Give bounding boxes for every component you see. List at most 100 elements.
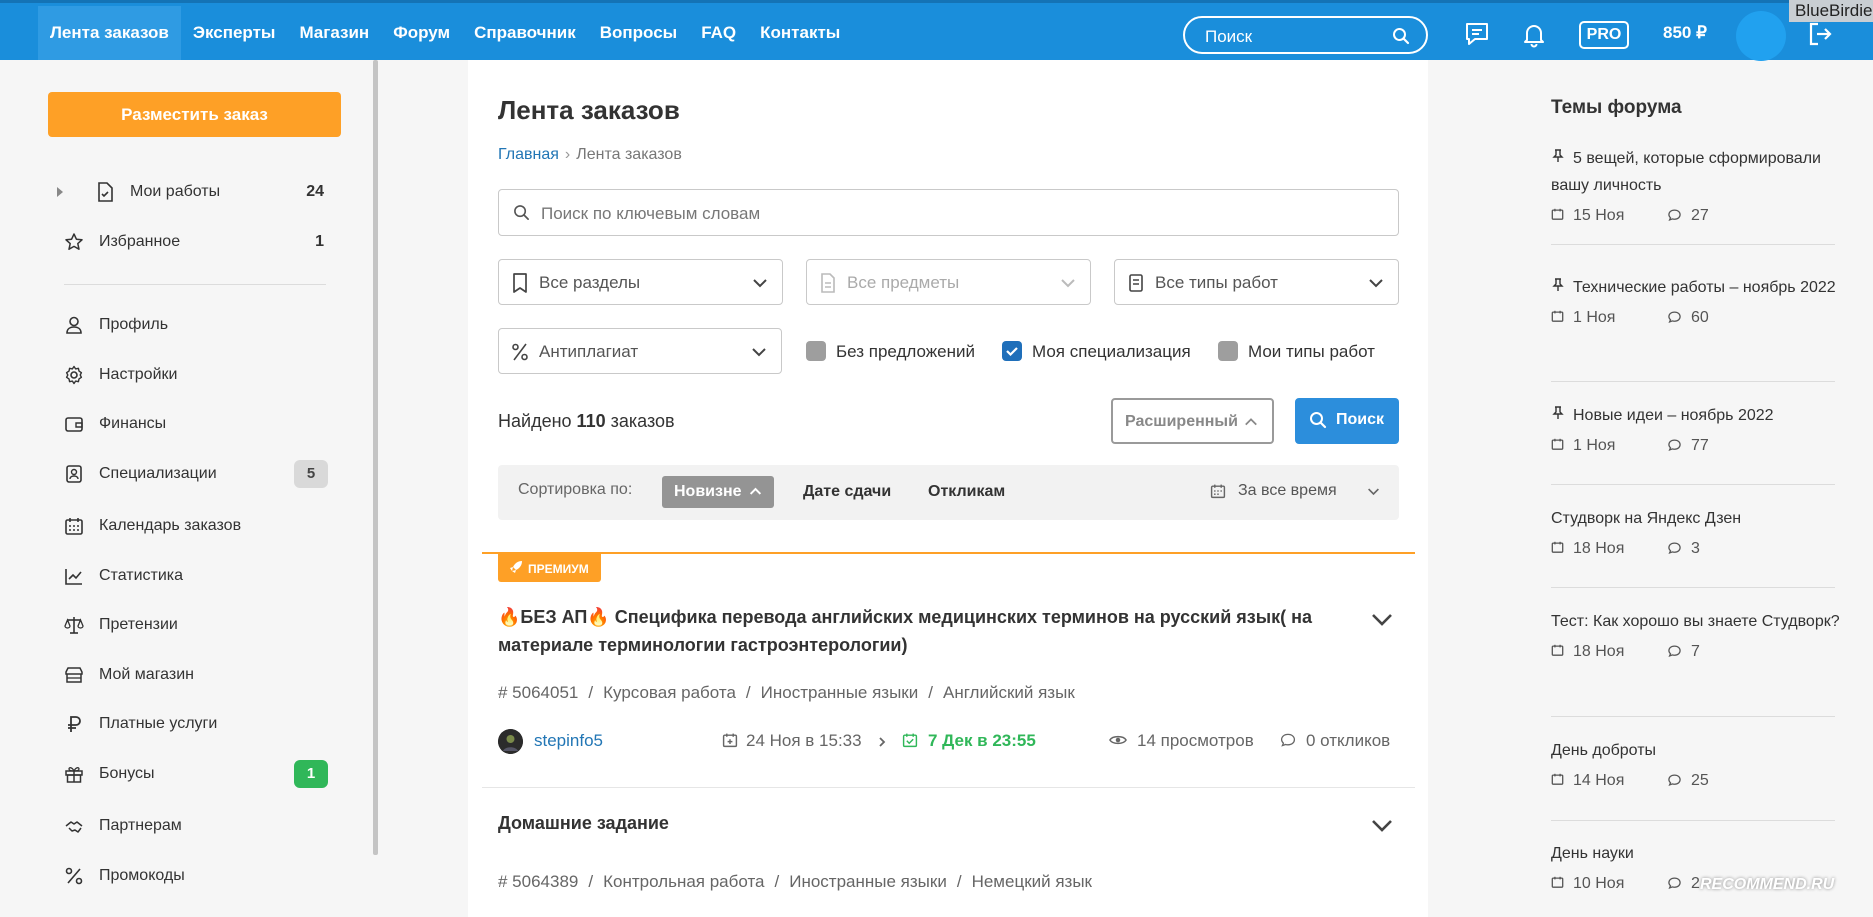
forum-topic-title[interactable]: Новые идеи – ноябрь 2022 (1551, 402, 1841, 429)
sort-by-newest-button[interactable]: Новизне (662, 476, 774, 508)
forum-topic-title[interactable]: Тест: Как хорошо вы знаете Студворк? (1551, 608, 1841, 635)
forum-topic[interactable]: 5 вещей, которые сформировали вашу лично… (1551, 145, 1841, 229)
nav-orders-feed[interactable]: Лента заказов (38, 6, 181, 60)
breadcrumb-current: Лента заказов (576, 146, 682, 163)
order-title-line[interactable]: Домашние задание (498, 809, 669, 837)
no-offers-checkbox[interactable]: Без предложений (806, 340, 986, 364)
chevron-down-icon[interactable] (1370, 607, 1394, 636)
order-title-line[interactable]: 🔥БЕЗ АП🔥 Специфика перевода английских м… (498, 603, 1312, 631)
forum-topic-date: 15 Ноя (1573, 207, 1625, 224)
messages-icon[interactable] (1463, 20, 1491, 53)
forum-topic[interactable]: Новые идеи – ноябрь 2022 1 Ноя 77 (1551, 402, 1841, 459)
order-subject: Иностранные языки (789, 872, 947, 891)
sidebar-item-paid-services[interactable]: Платные услуги (64, 710, 326, 740)
period-select[interactable]: За все время (1210, 481, 1380, 505)
sidebar-item-settings[interactable]: Настройки (64, 361, 326, 391)
nav-questions[interactable]: Вопросы (588, 6, 689, 60)
my-work-types-checkbox[interactable]: Мои типы работ (1218, 340, 1398, 364)
forum-topic-title-text: 5 вещей, которые сформировали вашу лично… (1551, 150, 1821, 194)
sidebar-item-favorites[interactable]: Избранное 1 (64, 228, 326, 258)
logout-icon[interactable] (1806, 20, 1834, 53)
bell-icon[interactable] (1520, 20, 1548, 53)
forum-topic-meta: 1 Ноя 60 (1551, 307, 1841, 331)
order-card[interactable] (482, 552, 1415, 788)
chevron-down-icon[interactable] (1370, 813, 1394, 842)
checkbox-box[interactable] (1218, 341, 1238, 361)
avatar[interactable] (1736, 11, 1786, 61)
nav-contacts[interactable]: Контакты (748, 6, 852, 60)
nav-experts[interactable]: Эксперты (181, 6, 288, 60)
my-specialization-checkbox[interactable]: Моя специализация (1002, 340, 1202, 364)
nav-faq[interactable]: FAQ (689, 6, 748, 60)
main-nav: Лента заказов Эксперты Магазин Форум Спр… (38, 6, 852, 60)
search-button-label: Поиск (1336, 411, 1385, 428)
forum-topic-title[interactable]: День науки (1551, 840, 1841, 867)
sections-select[interactable]: Все разделы (498, 259, 783, 305)
search-button[interactable]: Поиск (1295, 398, 1399, 444)
forum-topic[interactable]: Технические работы – ноябрь 2022 1 Ноя 6… (1551, 274, 1841, 331)
responses-count: 0 откликов (1280, 731, 1390, 751)
checkbox-box[interactable] (806, 341, 826, 361)
forum-topic[interactable]: День доброты 14 Ноя 25 (1551, 737, 1841, 794)
top-search-input[interactable]: Поиск (1183, 16, 1428, 54)
antiplagiat-select[interactable]: Антиплагиат (498, 328, 782, 374)
calendar-icon (1551, 875, 1564, 894)
post-order-button[interactable]: Разместить заказ (48, 92, 341, 137)
work-types-select[interactable]: Все типы работ (1114, 259, 1399, 305)
calendar-icon (1551, 437, 1564, 456)
forum-topics-title: Темы форума (1551, 97, 1682, 118)
forum-topic-title[interactable]: Технические работы – ноябрь 2022 (1551, 274, 1841, 301)
expand-caret-icon[interactable] (57, 187, 63, 197)
sections-select-value: Все разделы (539, 273, 641, 292)
checkbox-box-checked[interactable] (1002, 341, 1022, 361)
sidebar-scrollbar[interactable] (373, 60, 378, 855)
file-check-icon (97, 182, 113, 202)
author-name[interactable]: stepinfo5 (534, 731, 603, 751)
sort-by-responses-button[interactable]: Откликам (928, 483, 1005, 501)
sidebar-item-claims[interactable]: Претензии (64, 611, 326, 641)
sidebar-item-my-works[interactable]: Мои работы 24 (57, 178, 326, 208)
order-id: # 5064051 (498, 683, 579, 702)
search-icon[interactable] (1392, 27, 1410, 50)
calendar-icon (64, 516, 84, 536)
sidebar-item-promocodes[interactable]: Промокоды (64, 862, 326, 892)
forum-topic[interactable]: Тест: Как хорошо вы знаете Студворк? 18 … (1551, 608, 1841, 665)
period-select-value: За все время (1238, 482, 1337, 499)
advanced-search-button[interactable]: Расширенный (1111, 398, 1274, 444)
scales-icon (64, 615, 84, 635)
calendar-plus-icon (722, 733, 738, 748)
sidebar-item-statistics[interactable]: Статистика (64, 562, 326, 592)
store-icon (64, 665, 84, 685)
keyword-search-input[interactable]: Поиск по ключевым словам (498, 189, 1399, 236)
balance[interactable]: 850 ₽ (1663, 23, 1707, 43)
results-count-suffix: заказов (610, 411, 675, 431)
nav-forum[interactable]: Форум (381, 6, 462, 60)
calendar-check-icon (902, 733, 918, 748)
nav-reference[interactable]: Справочник (462, 6, 588, 60)
sort-by-deadline-button[interactable]: Дате сдачи (803, 483, 891, 501)
order-type: Курсовая работа (603, 683, 736, 702)
forum-topic-date: 10 Ноя (1573, 875, 1625, 892)
author-avatar[interactable] (498, 729, 523, 754)
chart-line-icon (64, 566, 84, 586)
forum-topic-title[interactable]: 5 вещей, которые сформировали вашу лично… (1551, 145, 1841, 199)
forum-topic[interactable]: Студворк на Яндекс Дзен 18 Ноя 3 (1551, 505, 1841, 562)
sidebar-item-my-store[interactable]: Мой магазин (64, 661, 326, 691)
chevron-down-icon (751, 344, 767, 365)
order-title-line[interactable]: материале терминологии гастроэнтерологии… (498, 631, 907, 659)
sidebar-item-partners[interactable]: Партнерам (64, 812, 326, 842)
breadcrumb-home-link[interactable]: Главная (498, 146, 559, 163)
comment-icon (1667, 310, 1682, 329)
nav-shop[interactable]: Магазин (287, 6, 381, 60)
forum-topic-meta: 14 Ноя 25 (1551, 770, 1841, 794)
sidebar-item-finances[interactable]: Финансы (64, 410, 326, 440)
forum-topic-title[interactable]: День доброты (1551, 737, 1841, 764)
forum-topic-title[interactable]: Студворк на Яндекс Дзен (1551, 505, 1841, 532)
sidebar-item-bonuses[interactable]: Бонусы 1 (64, 760, 328, 790)
sidebar-item-specializations[interactable]: Специализации 5 (64, 460, 328, 490)
order-divider (482, 787, 1415, 788)
subjects-select[interactable]: Все предметы (806, 259, 1091, 305)
sidebar-item-profile[interactable]: Профиль (64, 311, 326, 341)
pro-badge[interactable]: PRO (1579, 21, 1629, 49)
sidebar-item-calendar[interactable]: Календарь заказов (64, 512, 326, 542)
